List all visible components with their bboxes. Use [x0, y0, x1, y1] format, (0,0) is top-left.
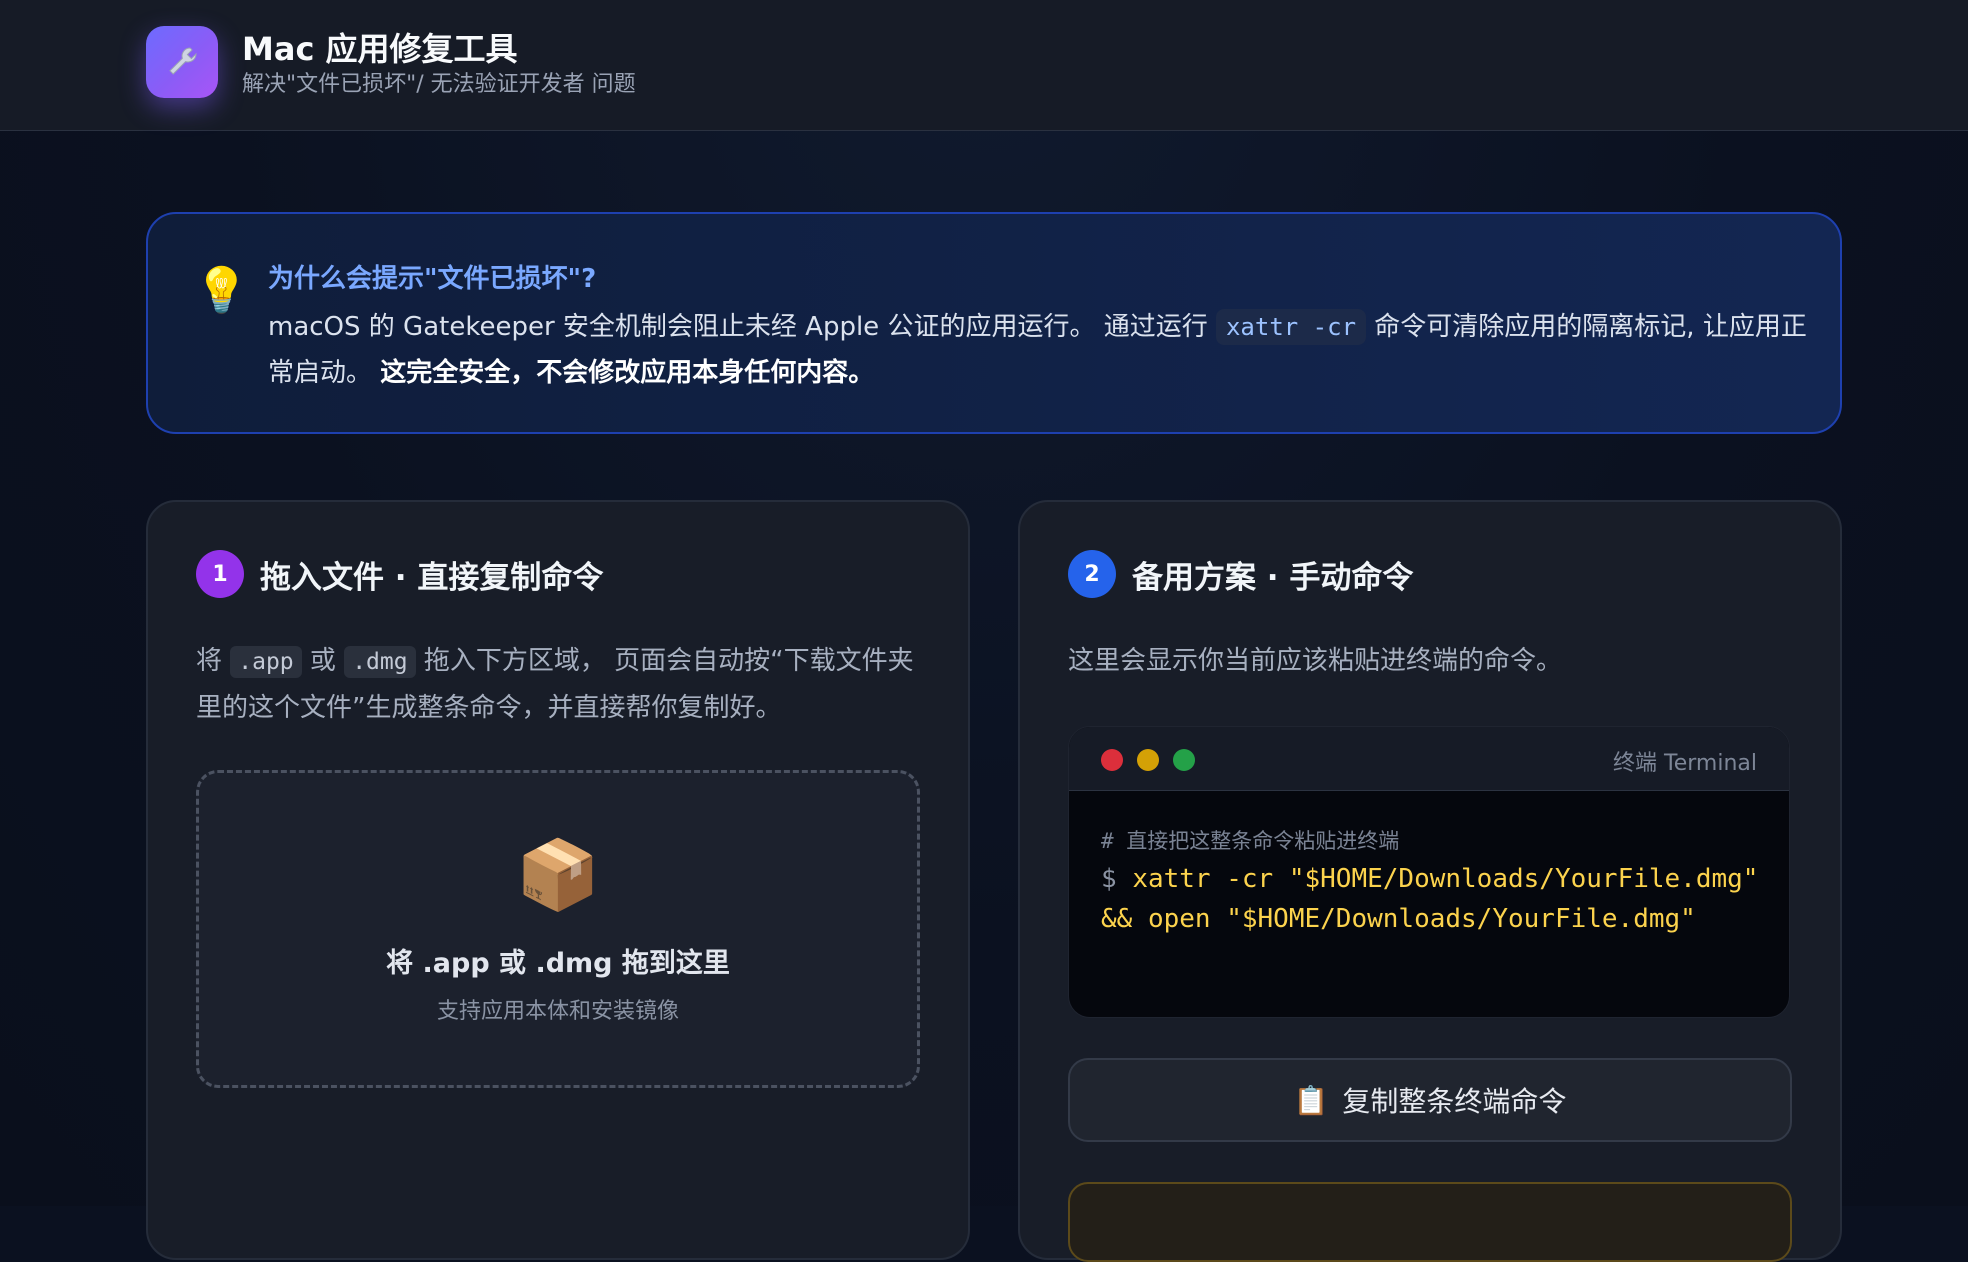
package-icon: 📦 [515, 836, 601, 915]
step1-badge: 1 [196, 550, 244, 598]
step1-card: 1 拖入文件 · 直接复制命令 将 .app 或 .dmg 拖入下方区域， 页面… [146, 500, 970, 1260]
terminal-command[interactable]: $ xattr -cr "$HOME/Downloads/YourFile.dm… [1101, 859, 1761, 939]
lightbulb-icon: 💡 [194, 265, 249, 316]
copy-command-button[interactable]: 📋 复制整条终端命令 [1068, 1058, 1792, 1142]
terminal-window: 终端 Terminal # 直接把这整条命令粘贴进终端 $ xattr -cr … [1068, 726, 1790, 1018]
app-subtitle: 解决"文件已损坏"/ 无法验证开发者 问题 [242, 72, 636, 97]
minimize-dot-icon [1137, 749, 1159, 771]
copy-button-label: 复制整条终端命令 [1342, 1085, 1567, 1118]
app-title: Mac 应用修复工具 [242, 30, 518, 68]
zoom-dot-icon [1173, 749, 1195, 771]
step1-description: 将 .app 或 .dmg 拖入下方区域， 页面会自动按“下载文件夹里的这个文件… [196, 638, 926, 731]
info-title: 为什么会提示"文件已损坏"? [268, 264, 597, 294]
clipboard-icon: 📋 [1293, 1083, 1329, 1117]
app-extension-chip: .app [230, 646, 302, 678]
wrench-icon [146, 26, 218, 98]
step2-badge: 2 [1068, 550, 1116, 598]
dmg-extension-chip: .dmg [344, 646, 416, 678]
file-drop-zone[interactable]: 📦 将 .app 或 .dmg 拖到这里 支持应用本体和安装镜像 [196, 770, 920, 1088]
desc-text: 或 [301, 646, 345, 676]
step1-title: 拖入文件 · 直接复制命令 [260, 560, 604, 596]
info-text: macOS 的 Gatekeeper 安全机制会阻止未经 Apple 公证的应用… [268, 312, 1216, 342]
command-text: xattr -cr "$HOME/Downloads/YourFile.dmg"… [1101, 864, 1759, 934]
drop-zone-hint: 支持应用本体和安装镜像 [436, 999, 679, 1024]
info-card: 💡 为什么会提示"文件已损坏"? macOS 的 Gatekeeper 安全机制… [146, 212, 1842, 434]
close-dot-icon [1101, 749, 1123, 771]
app-header: Mac 应用修复工具 解决"文件已损坏"/ 无法验证开发者 问题 [0, 0, 1968, 131]
step2-title: 备用方案 · 手动命令 [1132, 560, 1414, 596]
xattr-code: xattr -cr [1215, 309, 1367, 345]
terminal-comment: # 直接把这整条命令粘贴进终端 [1101, 829, 1400, 853]
step2-card: 2 备用方案 · 手动命令 这里会显示你当前应该粘贴进终端的命令。 终端 Ter… [1018, 500, 1842, 1262]
info-body: macOS 的 Gatekeeper 安全机制会阻止未经 Apple 公证的应用… [268, 304, 1808, 396]
drop-zone-title: 将 .app 或 .dmg 拖到这里 [386, 948, 730, 979]
info-safety-note: 这完全安全，不会修改应用本身任何内容。 [380, 358, 875, 388]
terminal-label: 终端 Terminal [1613, 751, 1757, 776]
desc-text: 将 [196, 646, 231, 676]
terminal-titlebar: 终端 Terminal [1069, 727, 1789, 791]
terminal-prompt: $ [1101, 864, 1133, 894]
next-section-box [1068, 1182, 1792, 1262]
step2-description: 这里会显示你当前应该粘贴进终端的命令。 [1068, 646, 1563, 676]
